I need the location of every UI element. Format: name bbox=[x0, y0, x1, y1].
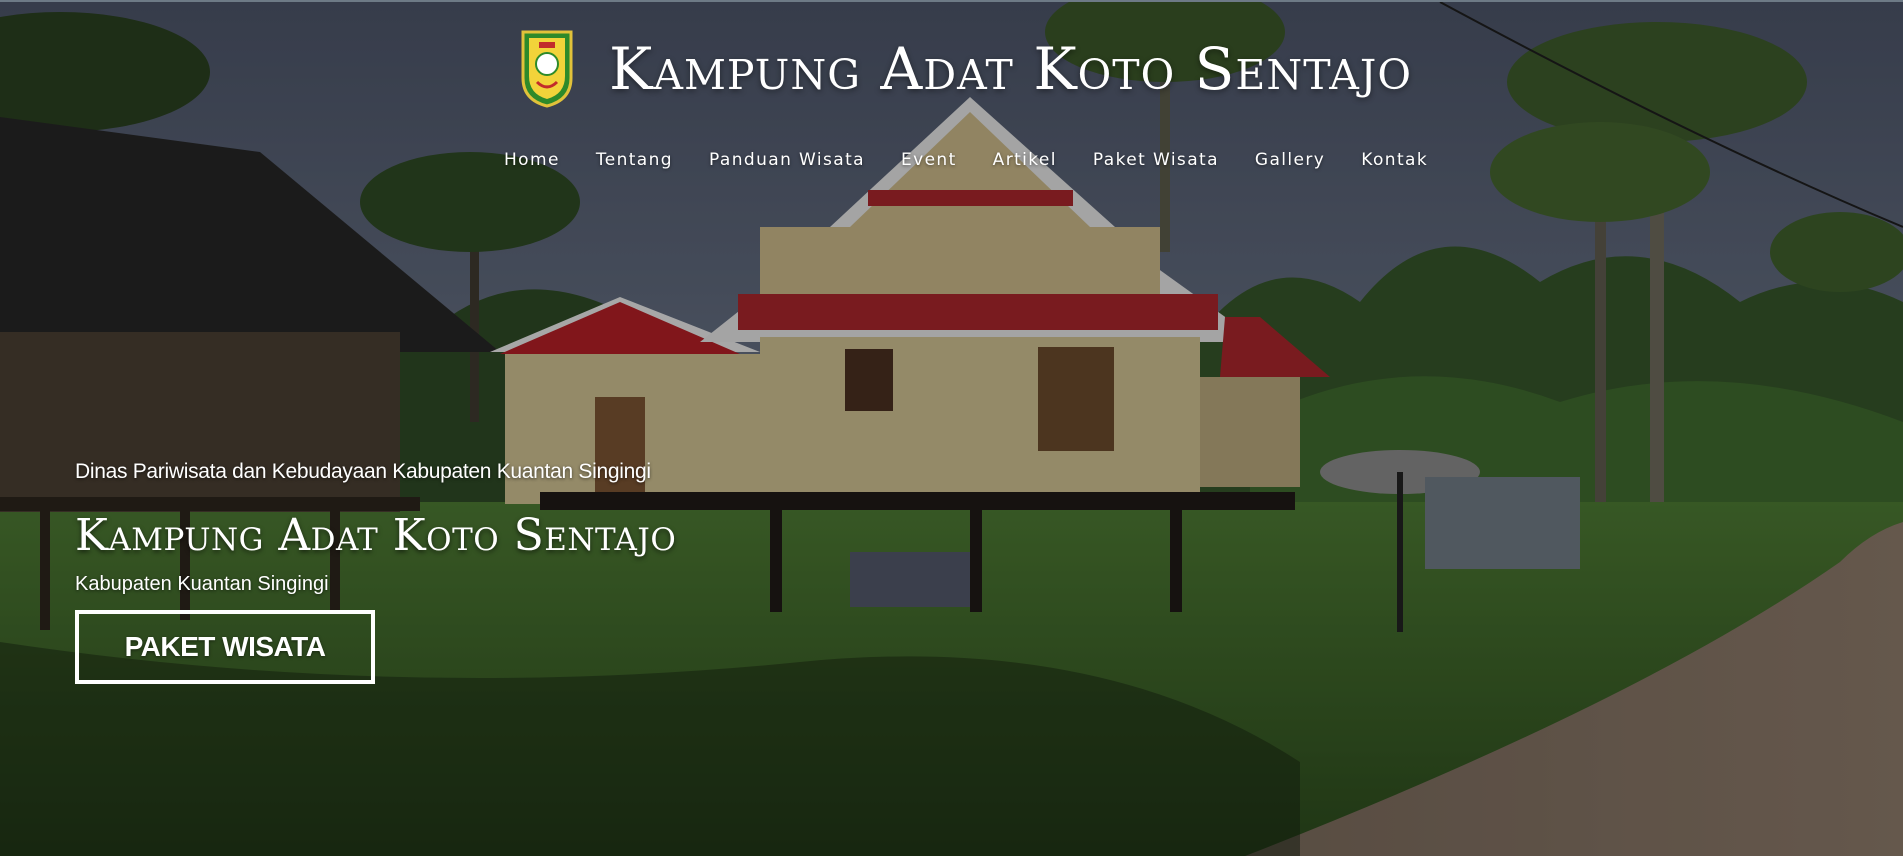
hero-kicker: Dinas Pariwisata dan Kebudayaan Kabupate… bbox=[75, 460, 651, 483]
site-title: Kampung Adat Koto Sentajo bbox=[609, 35, 1412, 103]
hero-caption: Dinas Pariwisata dan Kebudayaan Kabupate… bbox=[75, 460, 676, 684]
brand-link[interactable]: Kampung Adat Koto Sentajo bbox=[521, 30, 1412, 108]
nav-item-panduan-wisata[interactable]: Panduan Wisata bbox=[709, 150, 865, 170]
hero-section: Kampung Adat Koto Sentajo Home Tentang P… bbox=[0, 0, 1903, 856]
hero-title: Kampung Adat Koto Sentajo bbox=[75, 510, 677, 561]
nav-item-event[interactable]: Event bbox=[901, 150, 957, 170]
nav-item-artikel[interactable]: Artikel bbox=[993, 150, 1057, 170]
paket-wisata-button[interactable]: PAKET WISATA bbox=[75, 610, 375, 684]
hero-overlay bbox=[0, 2, 1903, 856]
nav-item-home[interactable]: Home bbox=[504, 150, 560, 170]
nav-item-kontak[interactable]: Kontak bbox=[1361, 150, 1428, 170]
nav-item-gallery[interactable]: Gallery bbox=[1255, 150, 1325, 170]
paket-wisata-button-label: PAKET WISATA bbox=[124, 631, 326, 662]
site-header: Kampung Adat Koto Sentajo bbox=[0, 30, 1903, 108]
regency-crest-icon bbox=[521, 30, 573, 108]
main-nav: Home Tentang Panduan Wisata Event Artike… bbox=[504, 150, 1464, 170]
nav-item-paket-wisata[interactable]: Paket Wisata bbox=[1093, 150, 1219, 170]
hero-subtitle: Kabupaten Kuantan Singingi bbox=[75, 573, 329, 595]
nav-item-tentang[interactable]: Tentang bbox=[596, 150, 673, 170]
